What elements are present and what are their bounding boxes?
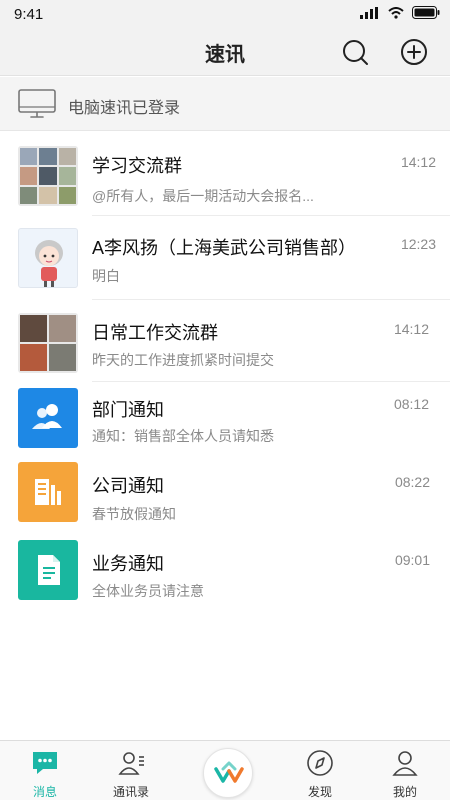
chat-preview: 明白 xyxy=(92,268,120,284)
chat-item-business-notice[interactable]: 业务通知 全体业务员请注意 09:01 xyxy=(0,536,450,616)
status-time: 9:41 xyxy=(14,6,44,23)
chat-item-li-fengyang[interactable]: A李风扬（上海美武公司销售部） 明白 12:23 xyxy=(0,216,450,300)
tab-me[interactable]: 我的 xyxy=(360,741,450,800)
monitor-icon xyxy=(18,89,56,118)
contacts-icon xyxy=(118,752,144,775)
chat-item-company-notice[interactable]: 公司通知 春节放假通知 08:22 xyxy=(0,458,450,536)
add-icon[interactable] xyxy=(400,38,428,66)
tab-label: 发现 xyxy=(307,785,332,799)
desktop-login-text: 电脑速讯已登录 xyxy=(68,100,181,117)
compass-icon xyxy=(307,750,333,776)
chat-time: 12:23 xyxy=(400,236,436,252)
nav-bar: 速讯 xyxy=(0,28,450,76)
battery-icon xyxy=(412,6,440,19)
chat-name: 公司通知 xyxy=(92,476,164,496)
document-icon xyxy=(38,555,60,585)
chat-preview: 春节放假通知 xyxy=(92,506,176,522)
chat-time: 09:01 xyxy=(394,552,430,568)
center-app-button[interactable] xyxy=(203,748,253,798)
tab-label: 通讯录 xyxy=(112,785,149,799)
user-avatar xyxy=(18,228,78,288)
chat-time: 08:12 xyxy=(393,396,429,412)
cartoon-avatar-icon xyxy=(35,240,63,287)
desktop-login-banner[interactable]: 电脑速讯已登录 xyxy=(0,77,450,131)
tab-discover[interactable]: 发现 xyxy=(275,741,365,800)
chat-item-daily-work-group[interactable]: 日常工作交流群 昨天的工作进度抓紧时间提交 14:12 xyxy=(0,300,450,382)
chat-name: 部门通知 xyxy=(92,400,164,420)
company-avatar xyxy=(18,462,78,522)
tab-bar: 消息 通讯录 发现 我的 xyxy=(0,740,450,800)
status-bar: 9:41 xyxy=(0,0,450,28)
department-icon xyxy=(32,404,62,429)
wifi-icon xyxy=(388,6,404,19)
chat-name: 学习交流群 xyxy=(92,156,182,176)
signal-icon xyxy=(360,6,378,19)
status-icons xyxy=(360,6,440,19)
chat-item-department-notice[interactable]: 部门通知 通知：销售部全体人员请知悉 08:12 xyxy=(0,382,450,458)
person-icon xyxy=(392,751,418,776)
department-avatar xyxy=(18,388,78,448)
tab-contacts[interactable]: 通讯录 xyxy=(86,741,176,800)
group-avatar xyxy=(18,313,78,373)
chat-preview: 昨天的工作进度抓紧时间提交 xyxy=(92,352,274,368)
building-icon xyxy=(35,479,61,505)
group-avatar xyxy=(18,146,78,206)
chat-preview: 通知：销售部全体人员请知悉 xyxy=(92,428,274,444)
search-icon[interactable] xyxy=(341,38,369,66)
chat-time: 14:12 xyxy=(400,154,436,170)
page-title: 速讯 xyxy=(205,44,245,66)
tab-label: 我的 xyxy=(392,785,417,799)
chat-name: A李风扬（上海美武公司销售部） xyxy=(92,238,357,258)
chat-name: 日常工作交流群 xyxy=(92,323,218,343)
tab-label: 消息 xyxy=(32,785,57,799)
chat-time: 08:22 xyxy=(394,474,430,490)
tab-messages[interactable]: 消息 xyxy=(0,741,90,800)
app-logo-icon xyxy=(214,761,244,783)
chat-preview: @所有人，最后一期活动大会报名... xyxy=(92,188,314,204)
chat-preview: 全体业务员请注意 xyxy=(92,583,204,599)
chat-bubble-icon xyxy=(33,752,57,774)
chat-item-study-group[interactable]: 学习交流群 @所有人，最后一期活动大会报名... 14:12 xyxy=(0,132,450,216)
chat-name: 业务通知 xyxy=(92,554,164,574)
business-avatar xyxy=(18,540,78,600)
chat-time: 14:12 xyxy=(393,321,429,337)
